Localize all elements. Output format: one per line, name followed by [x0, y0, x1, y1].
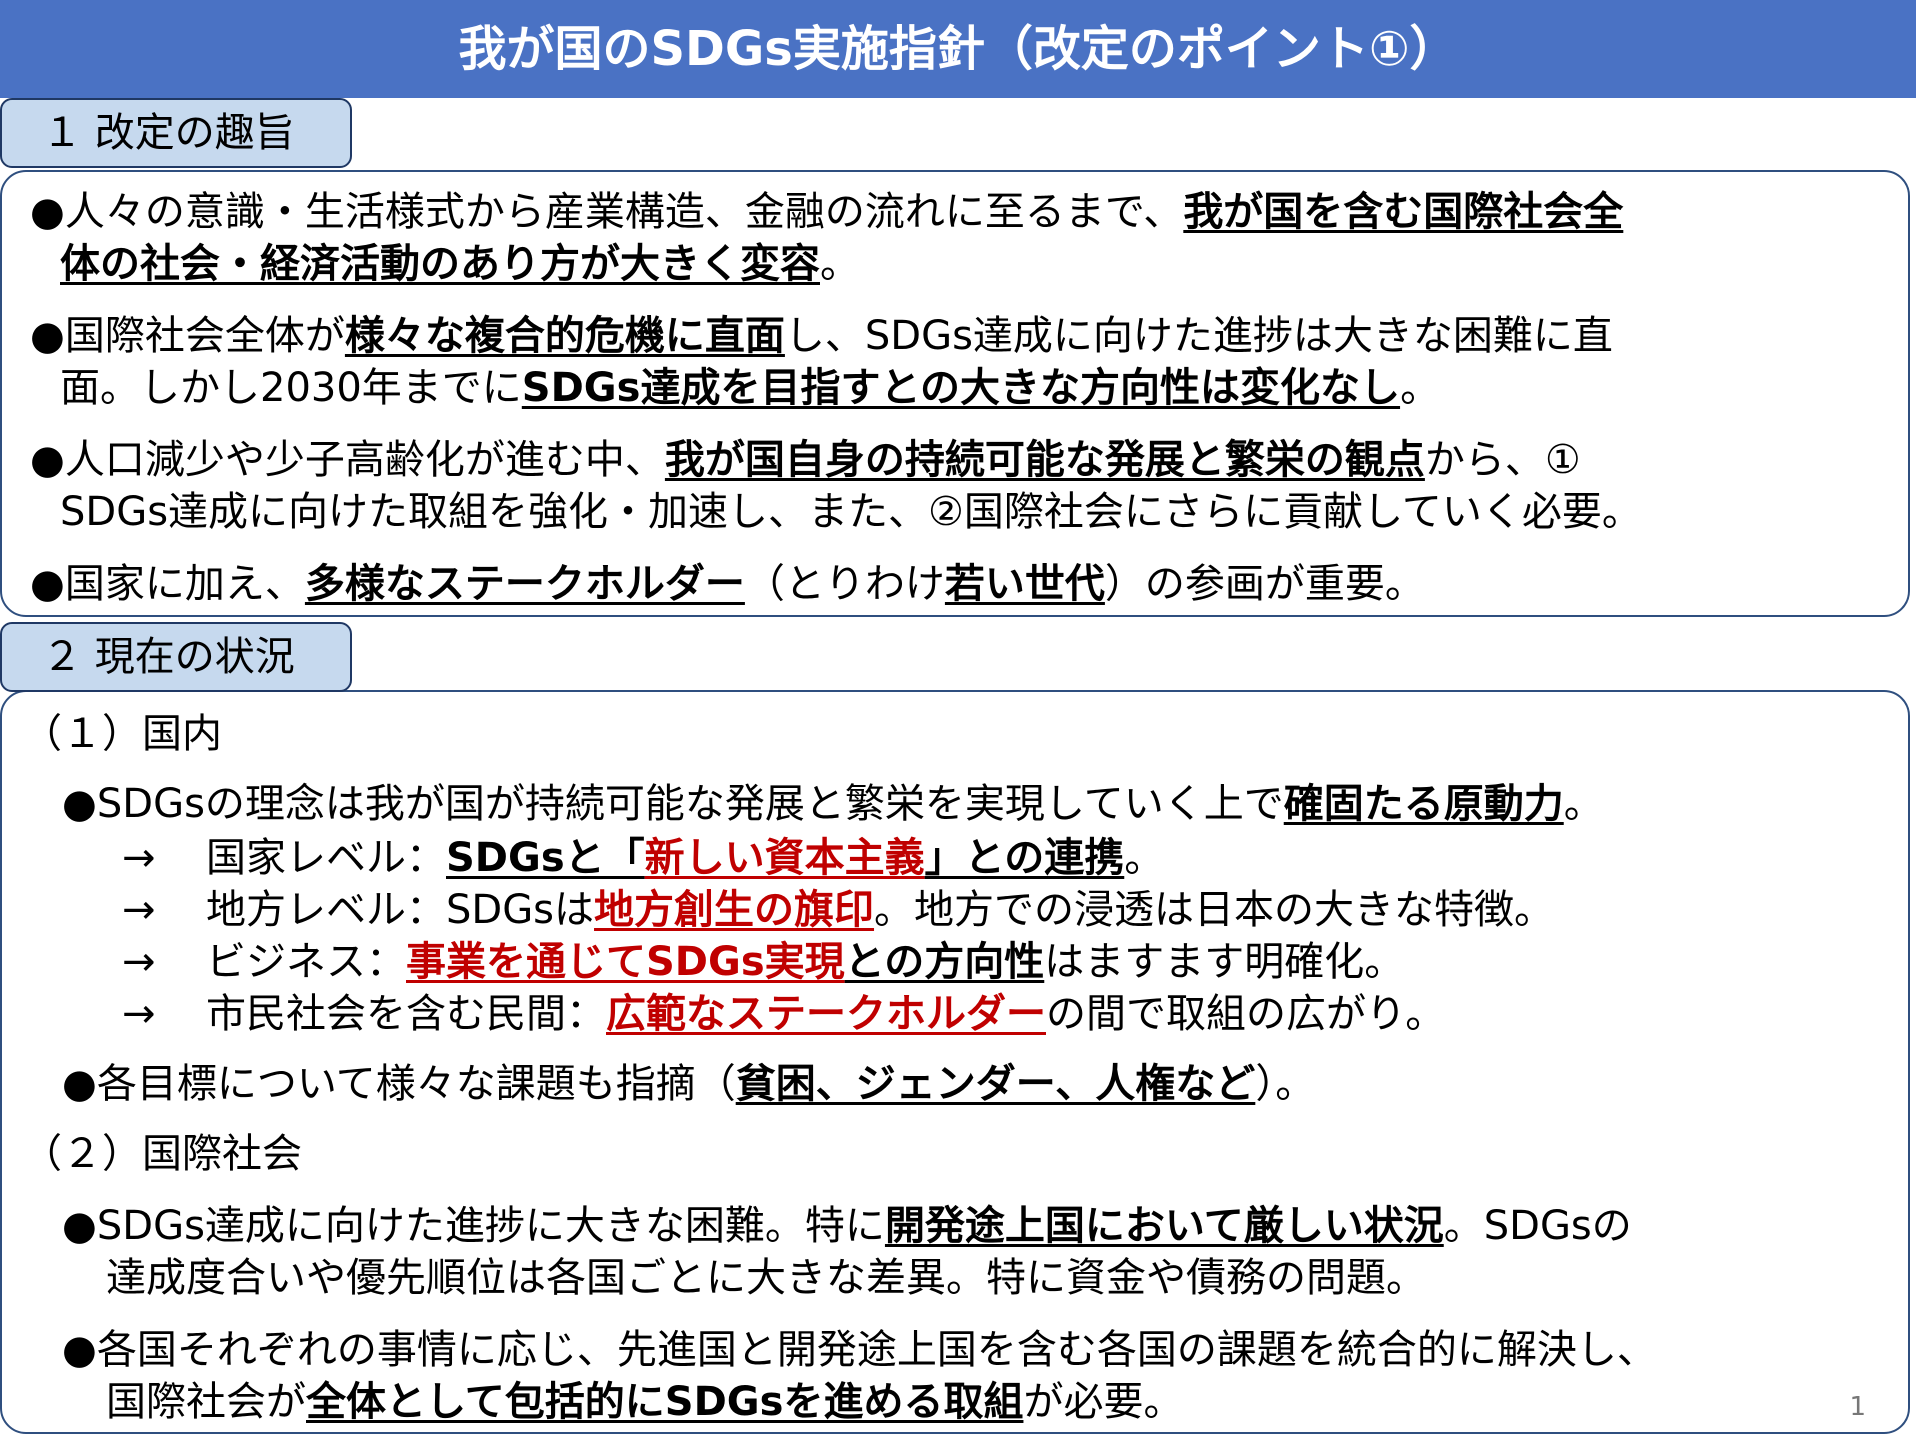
arrow-icon: →: [122, 991, 156, 1037]
section-box-purpose: ●人々の意識・生活様式から産業構造、金融の流れに至るまで、我が国を含む国際社会全…: [0, 170, 1910, 617]
domestic-arrow-business: → ビジネス：事業を通じてSDGs実現との方向性はますます明確化。: [122, 936, 1404, 988]
slide-title: 我が国のSDGs実施指針（改定のポイント①）: [0, 0, 1916, 98]
section-heading-purpose: １ 改定の趣旨: [0, 98, 352, 168]
domestic-arrow-regional: → 地方レベル：SDGsは地方創生の旗印。地方での浸透は日本の大きな特徴。: [122, 884, 1554, 936]
domestic-arrow-private: → 市民社会を含む民間：広範なステークホルダーの間で取組の広がり。: [122, 988, 1445, 1040]
purpose-bullet-2-line-2: 面。しかし2030年までにSDGs達成を目指すとの大きな方向性は変化なし。: [60, 365, 1441, 411]
international-bullet-2-line-1: ●各国それぞれの事情に応じ、先進国と開発途上国を含む各国の課題を統合的に解決し、: [62, 1327, 1657, 1373]
page-number: 1: [1849, 1392, 1866, 1422]
section-heading-status: ２ 現在の状況: [0, 622, 352, 692]
arrow-icon: →: [122, 939, 156, 985]
purpose-bullet-1-line-1: ●人々の意識・生活様式から産業構造、金融の流れに至るまで、我が国を含む国際社会全: [30, 189, 1624, 235]
purpose-bullet-3-line-2: SDGs達成に向けた取組を強化・加速し、また、②国際社会にさらに貢献していく必要…: [60, 489, 1642, 535]
purpose-bullet-3-line-1: ●人口減少や少子高齢化が進む中、我が国自身の持続可能な発展と繁栄の観点から、①: [30, 437, 1581, 483]
international-bullet-1-line-1: ●SDGs達成に向けた進捗に大きな困難。特に開発途上国において厳しい状況。SDG…: [62, 1203, 1632, 1249]
arrow-icon: →: [122, 835, 156, 881]
domestic-arrow-national: → 国家レベル：SDGsと「新しい資本主義」との連携。: [122, 832, 1164, 884]
subheading-international: （２）国際社会: [22, 1131, 302, 1177]
domestic-bullet-1: ●SDGsの理念は我が国が持続可能な発展と繁栄を実現していく上で確固たる原動力。: [62, 781, 1604, 827]
arrow-icon: →: [122, 887, 156, 933]
domestic-bullet-2: ●各目標について様々な課題も指摘（貧困、ジェンダー、人権など）。: [62, 1061, 1316, 1107]
purpose-bullet-2-line-1: ●国際社会全体が様々な複合的危機に直面し、SDGs達成に向けた進捗は大きな困難に…: [30, 313, 1613, 359]
international-bullet-1-line-2: 達成度合いや優先順位は各国ごとに大きな差異。特に資金や債務の問題。: [106, 1255, 1426, 1301]
purpose-bullet-4: ●国家に加え、多様なステークホルダー（とりわけ若い世代）の参画が重要。: [30, 561, 1425, 607]
international-bullet-2-line-2: 国際社会が全体として包括的にSDGsを進める取組が必要。: [106, 1379, 1184, 1425]
section-box-status: （１）国内 ●SDGsの理念は我が国が持続可能な発展と繁栄を実現していく上で確固…: [0, 690, 1910, 1434]
purpose-bullet-1-line-2: 体の社会・経済活動のあり方が大きく変容。: [60, 241, 860, 287]
subheading-domestic: （１）国内: [22, 711, 222, 757]
